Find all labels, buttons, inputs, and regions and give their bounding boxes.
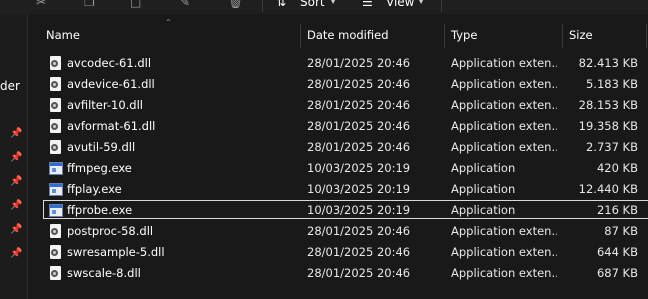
file-type: Application exten... — [451, 119, 557, 133]
sort-button[interactable]: Sort — [300, 0, 325, 9]
file-date-modified: 28/01/2025 20:46 — [307, 119, 411, 133]
view-button[interactable]: View — [386, 0, 414, 9]
file-date-modified: 10/03/2025 20:19 — [307, 203, 411, 217]
file-type: Application — [451, 203, 516, 217]
file-date-modified: 10/03/2025 20:19 — [307, 182, 411, 196]
file-date-modified: 28/01/2025 20:46 — [307, 245, 411, 259]
file-size: 87 KB — [604, 224, 638, 238]
file-date-modified: 28/01/2025 20:46 — [307, 140, 411, 154]
file-size: 216 KB — [596, 203, 638, 217]
file-name[interactable]: avdevice-61.dll — [67, 74, 297, 95]
exe-file-icon — [49, 162, 63, 175]
dll-file-icon — [50, 140, 61, 154]
copy-icon[interactable]: ❐ — [84, 0, 95, 8]
sort-icon[interactable]: ⇅ — [276, 0, 286, 8]
command-bar: ✂ ❐ □ ✎ 🗑 ⇅ Sort ▼ ☰ View ▼ ··· — [0, 0, 648, 14]
file-row[interactable]: avutil-59.dll 28/01/2025 20:46 Application… — [28, 137, 648, 158]
dll-file-icon — [50, 77, 61, 91]
file-type: Application — [451, 182, 516, 196]
paste-icon[interactable]: □ — [130, 0, 141, 8]
file-size: 687 KB — [596, 266, 638, 280]
file-name[interactable]: avcodec-61.dll — [67, 53, 297, 74]
file-type: Application exten... — [451, 98, 557, 112]
file-date-modified: 28/01/2025 20:46 — [307, 266, 411, 280]
file-name[interactable]: swresample-5.dll — [67, 242, 297, 263]
file-type: Application exten... — [451, 245, 557, 259]
dll-file-icon — [50, 224, 61, 238]
file-size: 19.358 KB — [578, 119, 638, 133]
pin-icon: 📌 — [10, 152, 23, 163]
delete-icon[interactable]: 🗑 — [228, 0, 243, 8]
file-row[interactable]: ffmpeg.exe 10/03/2025 20:19 Application 420… — [28, 158, 648, 179]
file-size: 82.413 KB — [578, 56, 638, 70]
file-row[interactable]: ffplay.exe 10/03/2025 20:19 Application 12.… — [28, 179, 648, 200]
file-name[interactable]: postproc-58.dll — [67, 221, 297, 242]
file-date-modified: 28/01/2025 20:46 — [307, 56, 411, 70]
pin-icon: 📌 — [10, 248, 23, 259]
file-name[interactable]: swscale-8.dll — [67, 263, 297, 284]
file-row[interactable]: avfilter-10.dll 28/01/2025 20:46 Applicati… — [28, 95, 648, 116]
column-name[interactable]: Name — [46, 24, 80, 48]
file-name[interactable]: avfilter-10.dll — [67, 95, 297, 116]
pin-icon: 📌 — [10, 200, 23, 211]
dll-file-icon — [50, 98, 61, 112]
dll-file-icon — [50, 56, 61, 70]
file-date-modified: 28/01/2025 20:46 — [307, 98, 411, 112]
file-name[interactable]: ffprobe.exe — [67, 200, 297, 221]
file-type: Application exten... — [451, 224, 557, 238]
column-divider[interactable] — [300, 24, 301, 48]
see-more-button[interactable]: ··· — [455, 0, 471, 8]
column-divider[interactable] — [646, 24, 647, 48]
cut-icon[interactable]: ✂ — [36, 0, 46, 8]
toolbar-divider — [441, 0, 442, 12]
column-size[interactable]: Size — [569, 24, 593, 48]
file-type: Application exten... — [451, 266, 557, 280]
column-date-modified[interactable]: Date modified — [307, 24, 389, 48]
chevron-down-icon: ▼ — [330, 0, 337, 5]
file-row[interactable]: avcodec-61.dll 28/01/2025 20:46 Applicatio… — [28, 53, 648, 74]
pin-icon: 📌 — [10, 224, 23, 235]
column-divider[interactable] — [562, 24, 563, 48]
file-row[interactable]: ffprobe.exe 10/03/2025 20:19 Application 21… — [28, 200, 648, 221]
file-size: 5.183 KB — [585, 77, 638, 91]
file-name[interactable]: ffplay.exe — [67, 179, 297, 200]
column-type[interactable]: Type — [451, 24, 477, 48]
file-type: Application exten... — [451, 77, 557, 91]
file-size: 28.153 KB — [578, 98, 638, 112]
file-list: ⌃ Name Date modified Type Size avcodec-6… — [28, 14, 648, 299]
file-size: 12.440 KB — [578, 182, 638, 196]
pin-icon: 📌 — [10, 128, 23, 139]
file-date-modified: 28/01/2025 20:46 — [307, 224, 411, 238]
file-type: Application — [451, 161, 516, 175]
file-date-modified: 28/01/2025 20:46 — [307, 77, 411, 91]
column-header: Name Date modified Type Size — [28, 24, 648, 48]
file-name[interactable]: avutil-59.dll — [67, 137, 297, 158]
file-type: Application exten... — [451, 56, 557, 70]
file-row[interactable]: postproc-58.dll 28/01/2025 20:46 Applicati… — [28, 221, 648, 242]
file-size: 420 KB — [596, 161, 638, 175]
file-name[interactable]: avformat-61.dll — [67, 116, 297, 137]
file-name[interactable]: ffmpeg.exe — [67, 158, 297, 179]
file-type: Application exten... — [451, 140, 557, 154]
file-row[interactable]: avdevice-61.dll 28/01/2025 20:46 Applicati… — [28, 74, 648, 95]
exe-file-icon — [49, 183, 63, 196]
exe-file-icon — [49, 204, 63, 217]
toolbar-divider — [262, 0, 263, 12]
file-row[interactable]: avformat-61.dll 28/01/2025 20:46 Applicati… — [28, 116, 648, 137]
column-divider[interactable] — [444, 24, 445, 48]
view-icon[interactable]: ☰ — [362, 0, 373, 8]
file-row[interactable]: swresample-5.dll 28/01/2025 20:46 Applicat… — [28, 242, 648, 263]
file-size: 644 KB — [596, 245, 638, 259]
dll-file-icon — [50, 266, 61, 280]
chevron-down-icon: ▼ — [418, 0, 425, 5]
rename-icon[interactable]: ✎ — [180, 0, 190, 8]
nav-item-partial[interactable]: der — [0, 79, 20, 93]
dll-file-icon — [50, 245, 61, 259]
file-date-modified: 10/03/2025 20:19 — [307, 161, 411, 175]
file-row[interactable]: swscale-8.dll 28/01/2025 20:46 Application… — [28, 263, 648, 284]
dll-file-icon — [50, 119, 61, 133]
file-size: 2.737 KB — [585, 140, 638, 154]
pin-icon: 📌 — [10, 176, 23, 187]
